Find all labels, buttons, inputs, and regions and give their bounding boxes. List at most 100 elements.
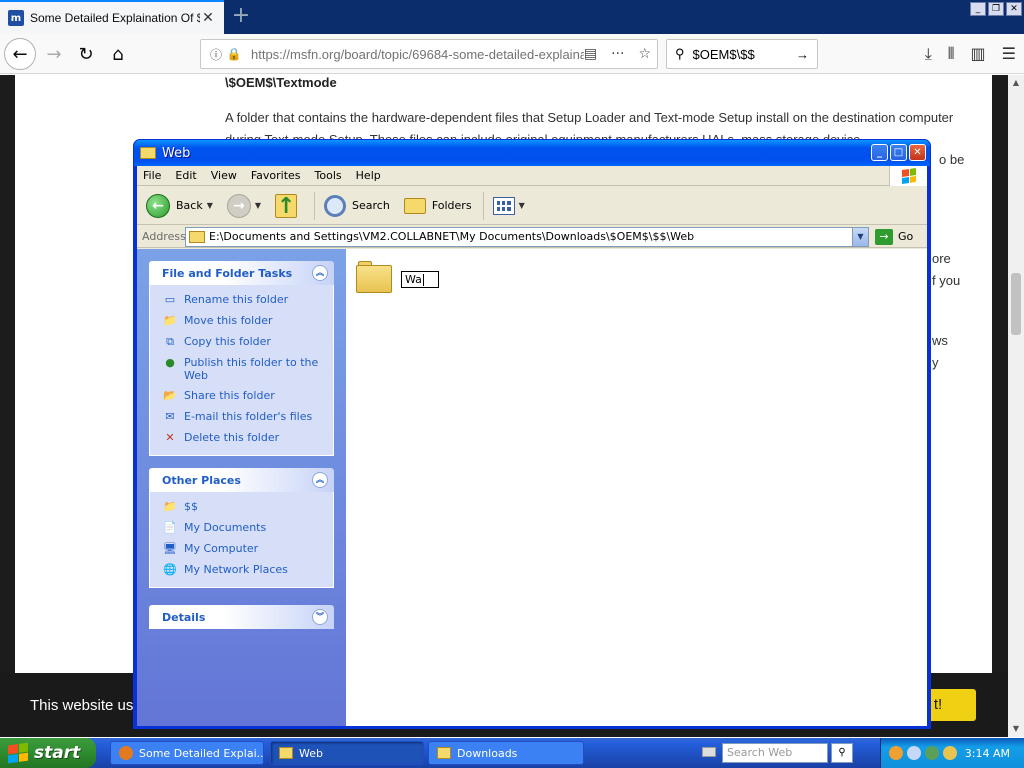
url-text[interactable]: https://msfn.org/board/topic/69684-some-…	[251, 47, 584, 62]
minimize-button[interactable]: _	[871, 144, 888, 161]
search-icon[interactable]: ⚲	[831, 743, 853, 763]
views-button[interactable]: ▼	[490, 190, 528, 222]
place-label: My Documents	[184, 521, 267, 534]
close-tab-icon[interactable]: ✕	[200, 10, 216, 26]
menu-file[interactable]: File	[143, 169, 161, 182]
collapse-chevron-icon[interactable]: ︽	[312, 265, 328, 281]
panel-header[interactable]: File and Folder Tasks ︽	[149, 261, 334, 285]
place-network[interactable]: 🌐 My Network Places	[162, 563, 323, 577]
browser-search-box[interactable]: ⚲ $OEM$\$$ →	[666, 39, 818, 69]
new-tab-button[interactable]: +	[228, 4, 254, 30]
forward-button[interactable]: → ▼	[224, 190, 264, 222]
search-button[interactable]: Search	[321, 190, 393, 222]
info-icon[interactable]: ⓘ	[207, 46, 225, 63]
task-share-folder[interactable]: 📂 Share this folder	[162, 389, 323, 403]
chevron-down-icon[interactable]: ▼	[519, 201, 525, 210]
chevron-down-icon[interactable]: ▼	[255, 201, 261, 210]
task-move-folder[interactable]: 📁 Move this folder	[162, 314, 323, 328]
task-rename-folder[interactable]: ▭ Rename this folder	[162, 293, 323, 307]
scroll-thumb[interactable]	[1011, 273, 1021, 335]
home-button[interactable]: ⌂	[102, 38, 134, 70]
folders-button[interactable]: Folders	[401, 190, 475, 222]
taskbar-item-web[interactable]: Web	[270, 741, 424, 765]
chevron-down-icon[interactable]: ▼	[852, 227, 868, 246]
task-delete-folder[interactable]: ✕ Delete this folder	[162, 431, 323, 445]
back-button[interactable]: ← Back ▼	[143, 190, 216, 222]
rename-input[interactable]: Wa	[401, 271, 439, 288]
panel-header[interactable]: Other Places ︽	[149, 468, 334, 492]
browser-nav-bar: ← → ↻ ⌂ ⓘ 🔒 https://msfn.org/board/topic…	[0, 34, 1024, 74]
menu-help[interactable]: Help	[356, 169, 381, 182]
up-button[interactable]: ↑	[272, 190, 306, 222]
place-my-documents[interactable]: 📄 My Documents	[162, 521, 323, 535]
menu-edit[interactable]: Edit	[175, 169, 196, 182]
go-label: Go	[898, 230, 914, 243]
copy-icon: ⧉	[166, 335, 174, 348]
maximize-button[interactable]: □	[890, 144, 907, 161]
panel-title: Other Places	[162, 473, 241, 487]
lock-icon[interactable]: 🔒	[225, 47, 243, 61]
bookmark-star-icon[interactable]: ☆	[638, 46, 651, 62]
menu-view[interactable]: View	[211, 169, 237, 182]
tray-volume-icon[interactable]	[943, 746, 957, 760]
browser-tab[interactable]: m Some Detailed Explaination Of $OEM$ ✕	[0, 0, 224, 34]
expand-chevron-icon[interactable]: ︾	[312, 609, 328, 625]
sidebar-icon[interactable]: ▥	[971, 44, 986, 64]
collapse-chevron-icon[interactable]: ︽	[312, 472, 328, 488]
minimize-button[interactable]: _	[970, 2, 986, 16]
address-path[interactable]: E:\Documents and Settings\VM2.COLLABNET\…	[209, 230, 852, 243]
task-email-files[interactable]: ✉ E-mail this folder's files	[162, 410, 323, 424]
forward-button[interactable]: →	[38, 38, 70, 70]
task-copy-folder[interactable]: ⧉ Copy this folder	[162, 335, 323, 349]
menu-tools[interactable]: Tools	[315, 169, 342, 182]
task-publish-folder[interactable]: ● Publish this folder to the Web	[162, 356, 323, 382]
other-places-panel: Other Places ︽ 📁 $$ 📄 My Documents 🖥 My Com…	[149, 468, 334, 588]
address-label: Address	[142, 230, 186, 243]
downloads-icon[interactable]: ⤓	[925, 44, 932, 64]
reader-view-icon[interactable]: ▤	[584, 46, 597, 62]
library-icon[interactable]: ⫴	[948, 44, 955, 64]
folder-up-icon: ↑	[275, 193, 298, 219]
text-fragment: y	[932, 355, 939, 370]
scroll-up-icon[interactable]: ▲	[1008, 75, 1024, 91]
close-button[interactable]: ✕	[909, 144, 926, 161]
place-parent-folder[interactable]: 📁 $$	[162, 500, 323, 514]
address-input[interactable]: E:\Documents and Settings\VM2.COLLABNET\…	[185, 226, 869, 247]
scroll-down-icon[interactable]: ▼	[1008, 721, 1024, 737]
search-web-input[interactable]: Search Web	[722, 743, 828, 763]
tray-network-icon[interactable]	[925, 746, 939, 760]
taskbar-item-downloads[interactable]: Downloads	[428, 741, 584, 765]
cookie-text: This website us	[30, 697, 134, 714]
task-label: Rename this folder	[184, 293, 289, 306]
menu-icon[interactable]: ☰	[1002, 44, 1016, 64]
folder-icon	[140, 147, 156, 159]
close-window-button[interactable]: ✕	[1006, 2, 1022, 16]
clock: 3:14 AM	[964, 746, 1010, 760]
tray-app-icon[interactable]	[889, 746, 903, 760]
chevron-down-icon[interactable]: ▼	[207, 201, 213, 210]
folder-icon[interactable]	[356, 261, 392, 293]
tray-search-icon[interactable]	[907, 746, 921, 760]
keyboard-icon[interactable]	[702, 747, 716, 757]
start-button[interactable]: start	[0, 738, 96, 768]
reload-button[interactable]: ↻	[70, 38, 102, 70]
panel-header[interactable]: Details ︾	[149, 605, 334, 629]
text-fragment: o be	[939, 152, 965, 167]
menu-favorites[interactable]: Favorites	[251, 169, 301, 182]
menu-bar: File Edit View Favorites Tools Help	[137, 166, 927, 186]
start-label: start	[34, 743, 81, 763]
explorer-title-bar[interactable]: Web _ □ ✕	[134, 140, 930, 166]
computer-icon: 🖥	[163, 542, 177, 555]
url-bar[interactable]: ⓘ 🔒 https://msfn.org/board/topic/69684-s…	[200, 39, 658, 69]
go-button[interactable]: → Go	[875, 228, 914, 245]
place-my-computer[interactable]: 🖥 My Computer	[162, 542, 323, 556]
search-input[interactable]: $OEM$\$$	[693, 47, 796, 62]
back-button[interactable]: ←	[4, 38, 36, 70]
page-scrollbar[interactable]: ▲ ▼	[1008, 75, 1024, 737]
taskbar-item-firefox[interactable]: Some Detailed Explai...	[110, 741, 264, 765]
restore-button[interactable]: ❐	[988, 2, 1004, 16]
task-label: Copy this folder	[184, 335, 271, 348]
place-label: My Computer	[184, 542, 259, 555]
search-go-icon[interactable]: →	[796, 47, 809, 62]
page-actions-icon[interactable]: ···	[611, 46, 624, 62]
